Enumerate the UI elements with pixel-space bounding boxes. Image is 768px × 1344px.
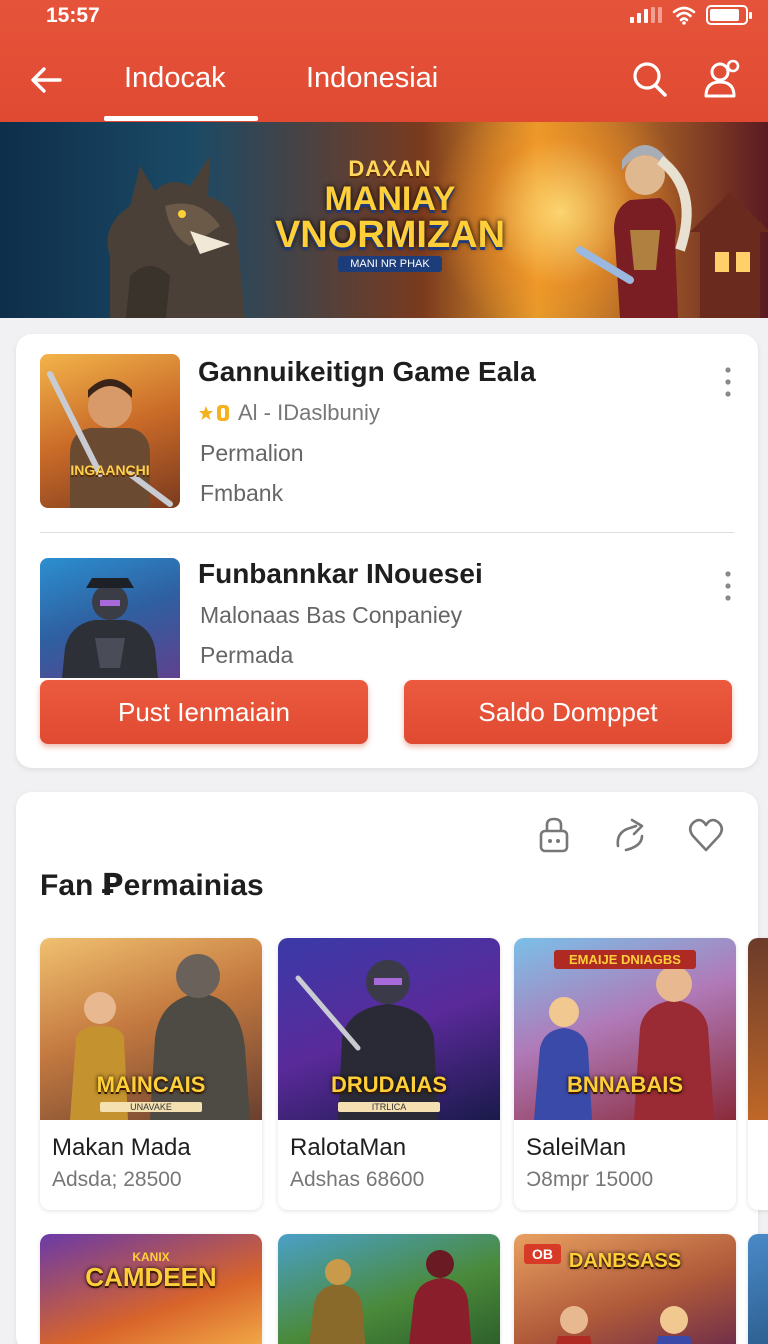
featured-apps-card: INGAANCHI Gannuikeitign Game Eala Al - I… (16, 334, 758, 768)
games-section-card: Fan Ꝑermainias MAINCAIS UNAVAKE Makan Ma… (16, 792, 768, 1344)
logo-tagline: MANI NR PHAK (338, 256, 442, 272)
app-title: Gannuikeitign Game Eala (198, 356, 536, 387)
game-card[interactable]: KANIX CAMDEEN (40, 1234, 262, 1344)
share-icon[interactable] (612, 816, 648, 854)
nav-row: Indocak Indonesiai (0, 40, 768, 122)
cover-subtitle: UNAVAKE (100, 1102, 202, 1112)
back-arrow-icon[interactable] (26, 60, 66, 100)
signal-icon (630, 7, 662, 23)
more-options-icon[interactable] (720, 570, 736, 602)
game-name: Makan Mada (52, 1134, 191, 1161)
temple-illustration (690, 192, 768, 318)
status-bar: 15:57 (0, 0, 768, 34)
game-cover: KANIX CAMDEEN (40, 1234, 262, 1344)
game-card-partial[interactable] (748, 938, 768, 1210)
top-app-bar: 15:57 Indocak Indonesiai (0, 0, 768, 122)
hero-illustration (47, 371, 173, 508)
app-meta: Al - IDaslbuniy (198, 400, 380, 426)
game-cover: OB DANBSASS (514, 1234, 736, 1344)
werewolf-illustration (107, 156, 245, 318)
cover-subtitle: ITRLICA (338, 1102, 440, 1112)
logo-line3: VNORMIZAN (274, 214, 506, 256)
cover-title: DRUDAIAS (330, 1072, 448, 1097)
section-title: Fan Ꝑermainias (40, 869, 264, 902)
app-category: Permalion (200, 440, 304, 466)
promo-banner[interactable]: DAXAN MANIAY VNORMIZAN MANI NR PHAK (0, 122, 768, 318)
status-icons (630, 5, 752, 25)
game-cover (278, 1234, 500, 1344)
game-card[interactable]: DRUDAIAS ITRLICA RalotaMan Adshas 68600 (278, 938, 500, 1210)
app-category: Permada (200, 642, 294, 668)
lock-icon[interactable] (536, 816, 572, 854)
cover-title: BNNABAIS (566, 1072, 684, 1097)
app-list-item[interactable]: Funbannkar INouesei Malonaas Bas Conpani… (40, 558, 740, 678)
app-thumbnail (40, 558, 180, 678)
app-subcategory: Fmbank (200, 480, 284, 506)
game-cover: DRUDAIAS ITRLICA (278, 938, 500, 1120)
wifi-icon (672, 6, 696, 25)
app-thumbnail: INGAANCHI (40, 354, 180, 508)
knight-illustration (62, 578, 158, 678)
game-price: Adshas 68600 (290, 1168, 425, 1191)
app-title: Funbannkar INouesei (198, 558, 483, 589)
primary-action-button[interactable]: Pust Ienmaiain (40, 680, 368, 744)
cover-art (309, 1250, 472, 1344)
cover-title: CAMDEEN (85, 1262, 217, 1292)
more-options-icon[interactable] (720, 366, 736, 398)
app-developer: Al - IDaslbuniy (238, 400, 380, 425)
tab-indocak[interactable]: Indocak (124, 62, 226, 95)
game-cover: EMAIJE DNIAGBS BNNABAIS (514, 938, 736, 1120)
game-name: RalotaMan (290, 1134, 407, 1161)
logo-line1: DAXAN (348, 156, 432, 181)
thumbnail-caption: INGAANCHI (70, 462, 150, 478)
banner-logo: DAXAN MANIAY VNORMIZAN MANI NR PHAK (270, 156, 510, 276)
list-divider (40, 532, 734, 533)
game-card[interactable]: MAINCAIS UNAVAKE Makan Mada Adsda; 28500 (40, 938, 262, 1210)
app-list-item[interactable]: INGAANCHI Gannuikeitign Game Eala Al - I… (40, 354, 740, 510)
game-card-partial[interactable] (748, 1234, 768, 1344)
game-price: Adsda; 28500 (52, 1168, 182, 1191)
logo-line2: MANIAY (324, 180, 456, 218)
cover-title: DANBSASS (568, 1250, 682, 1272)
game-price: Ɔ8mpr 15000 (526, 1168, 654, 1191)
heart-icon[interactable] (688, 816, 724, 854)
app-developer: Malonaas Bas Conpaniey (200, 602, 463, 628)
game-card[interactable] (278, 1234, 500, 1344)
search-icon[interactable] (630, 58, 670, 100)
active-tab-indicator (104, 116, 258, 121)
wallet-balance-button[interactable]: Saldo Domppet (404, 680, 732, 744)
game-card[interactable]: EMAIJE DNIAGBS BNNABAIS SaleiMan Ɔ8mpr 1… (514, 938, 736, 1210)
game-card[interactable]: OB DANBSASS (514, 1234, 736, 1344)
status-time: 15:57 (46, 4, 100, 27)
cover-title: MAINCAIS (96, 1072, 206, 1097)
tab-indonesiai[interactable]: Indonesiai (306, 62, 438, 95)
game-cover: MAINCAIS UNAVAKE (40, 938, 262, 1120)
cover-top-title: EMAIJE DNIAGBS (554, 950, 696, 969)
battery-icon (706, 5, 752, 25)
rating-star-icon (198, 404, 230, 422)
game-cover (748, 1234, 768, 1344)
profile-icon[interactable] (702, 58, 742, 100)
game-cover (748, 938, 768, 1120)
game-name: SaleiMan (526, 1134, 627, 1161)
